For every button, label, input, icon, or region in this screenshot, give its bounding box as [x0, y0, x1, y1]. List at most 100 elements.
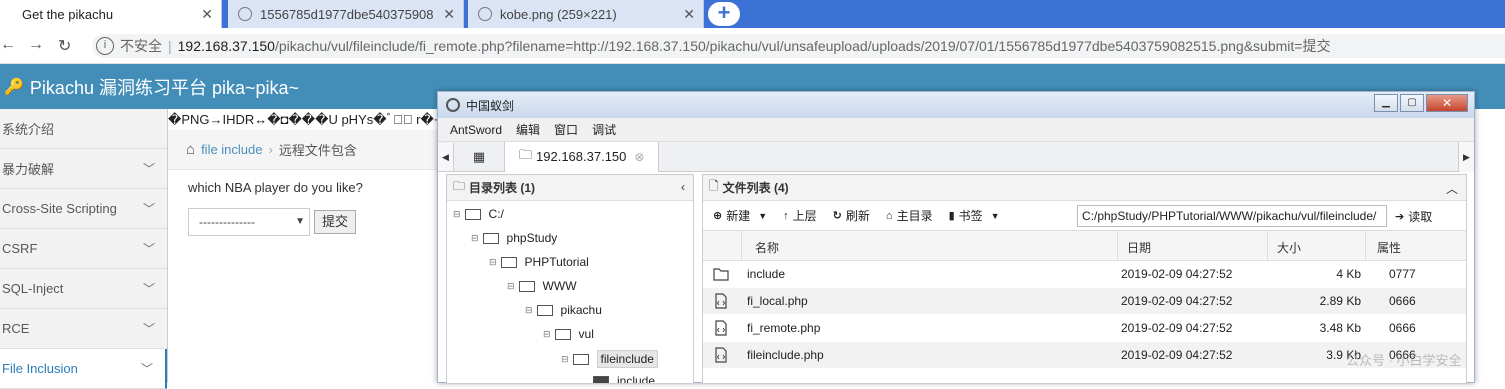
column-divider	[1117, 231, 1118, 261]
read-button[interactable]: ➔ 读取	[1395, 208, 1432, 225]
collapse-icon[interactable]: ⊟	[525, 305, 533, 316]
browser-tab-kobe[interactable]: kobe.png (259×221) ✕	[468, 0, 704, 28]
home-icon[interactable]: ⌂	[186, 141, 195, 158]
tab-title: 1556785d1977dbe540375908	[260, 6, 434, 22]
php-file-icon	[715, 293, 727, 309]
tree-node-label: vul	[578, 327, 594, 341]
minimize-icon[interactable]: ▁	[1374, 94, 1398, 112]
antsword-window: 中国蚁剑 ▁ ▢ ✕ AntSword 编辑 窗口 调试 ◀ ▦ 🗀 192.1…	[437, 91, 1475, 384]
up-button[interactable]: ↑ 上层	[783, 207, 817, 224]
sidebar-item-rce[interactable]: RCE ﹀	[0, 309, 167, 349]
player-select[interactable]: -------------- ▼	[188, 208, 310, 236]
bookmark-button[interactable]: ▮ 书签 ▼	[949, 207, 1000, 224]
panel-title: 目录列表 (1)	[469, 181, 536, 195]
path-input[interactable]: C:/phpStudy/PHPTutorial/WWW/pikachu/vul/…	[1077, 205, 1387, 227]
collapse-up-icon[interactable]: ︿	[1446, 180, 1458, 197]
maximize-icon[interactable]: ▢	[1400, 94, 1424, 112]
collapse-icon[interactable]: ⊟	[453, 209, 461, 220]
sidebar-item-label: File Inclusion	[2, 361, 78, 376]
file-name: fi_remote.php	[747, 321, 821, 335]
tab-label: 192.168.37.150	[536, 149, 627, 164]
refresh-button[interactable]: ↻ 刷新	[833, 207, 870, 224]
folder-icon	[536, 304, 553, 316]
tree-node-phpstudy[interactable]: ⊟ phpStudy	[471, 231, 557, 245]
column-attr[interactable]: 属性	[1377, 239, 1401, 256]
question-label: which NBA player do you like?	[188, 180, 363, 195]
info-icon[interactable]: i	[96, 37, 114, 55]
tree-node-fileinclude[interactable]: ⊟ fileinclude	[561, 350, 658, 368]
antsword-menubar: AntSword 编辑 窗口 调试	[438, 118, 1474, 142]
tab-shell[interactable]: 🗀 192.168.37.150 ⊗	[504, 141, 660, 172]
tree-node-pikachu[interactable]: ⊟ pikachu	[525, 303, 602, 317]
file-name: fi_local.php	[747, 294, 808, 308]
sidebar-item-bruteforce[interactable]: 暴力破解 ﹀	[0, 149, 167, 189]
home-dir-button[interactable]: ⌂ 主目录	[886, 207, 933, 224]
scroll-left-icon[interactable]: ◀	[438, 142, 454, 171]
close-window-icon[interactable]: ✕	[1426, 94, 1468, 112]
watermark: 公众号 · 小白学安全	[1346, 353, 1462, 368]
forward-icon[interactable]: →	[28, 36, 44, 54]
menu-antsword[interactable]: AntSword	[450, 123, 502, 137]
up-label: 上层	[792, 209, 817, 223]
new-tab-button[interactable]: +	[708, 2, 740, 26]
refresh-label: 刷新	[845, 209, 870, 223]
file-row-fi-remote[interactable]: fi_remote.php 2019-02-09 04:27:52 3.48 K…	[703, 315, 1466, 342]
collapse-left-icon[interactable]: ‹	[681, 180, 685, 194]
breadcrumb: ⌂ file include › 远程文件包含	[168, 130, 438, 170]
submit-button[interactable]: 提交	[314, 210, 356, 234]
collapse-icon[interactable]: ⊟	[471, 233, 479, 244]
chevron-down-icon: ﹀	[142, 322, 155, 336]
collapse-icon[interactable]: ⊟	[489, 257, 497, 268]
scroll-right-icon[interactable]: ▶	[1458, 142, 1474, 172]
close-tab-icon[interactable]: ⊗	[634, 150, 644, 164]
tree-node-label: phpStudy	[506, 231, 558, 245]
browser-tab-png[interactable]: 1556785d1977dbe540375908 ✕	[228, 0, 464, 28]
panel-title: 文件列表 (4)	[722, 181, 789, 195]
sidebar-item-sqli[interactable]: SQL-Inject ﹀	[0, 269, 167, 309]
security-label: 不安全	[120, 38, 162, 54]
home-icon: ⌂	[885, 209, 893, 222]
sidebar-item-label: SQL-Inject	[2, 281, 64, 296]
sidebar-item-xss[interactable]: Cross-Site Scripting ﹀	[0, 189, 167, 229]
home-label: 主目录	[896, 209, 933, 223]
close-tab-icon[interactable]: ✕	[683, 6, 695, 23]
tree-node-phptutorial[interactable]: ⊟ PHPTutorial	[489, 255, 589, 269]
menu-debug[interactable]: 调试	[592, 121, 616, 138]
arrow-right-icon: ➔	[1395, 211, 1405, 223]
file-row-fi-local[interactable]: fi_local.php 2019-02-09 04:27:52 2.89 Kb…	[703, 288, 1466, 315]
close-tab-icon[interactable]: ✕	[201, 6, 213, 23]
collapse-icon[interactable]: ⊟	[543, 329, 551, 340]
folder-icon	[554, 328, 571, 340]
file-attr: 0666	[1389, 294, 1416, 308]
browser-tab-pikachu[interactable]: Get the pikachu ✕	[0, 0, 222, 28]
antsword-tabbar: ◀ ▦ 🗀 192.168.37.150 ⊗ ▶	[438, 141, 1474, 172]
directory-panel-header: 🗀 目录列表 (1) ‹	[447, 175, 693, 201]
grid-icon[interactable]: ▦	[454, 149, 504, 165]
folder-icon: 🗀	[453, 179, 466, 193]
tree-node-c[interactable]: ⊟ C:/	[453, 207, 504, 221]
collapse-icon[interactable]: ⊟	[507, 281, 515, 292]
file-date: 2019-02-09 04:27:52	[1121, 321, 1233, 335]
plus-icon: ⊕	[713, 210, 723, 222]
url-field[interactable]: i 不安全 | 192.168.37.150 /pikachu/vul/file…	[92, 34, 1505, 58]
close-tab-icon[interactable]: ✕	[443, 6, 455, 23]
tree-node-vul[interactable]: ⊟ vul	[543, 327, 594, 341]
column-date[interactable]: 日期	[1127, 239, 1151, 256]
reload-icon[interactable]: ↻	[58, 36, 71, 56]
sidebar-item-intro[interactable]: 系统介绍	[0, 109, 167, 149]
menu-window[interactable]: 窗口	[554, 121, 578, 138]
breadcrumb-link[interactable]: file include	[201, 142, 262, 157]
new-button[interactable]: ⊕ 新建 ▼	[713, 207, 767, 224]
sidebar-item-file-inclusion[interactable]: File Inclusion ﹀	[0, 349, 167, 389]
chevron-down-icon: ﹀	[142, 162, 155, 176]
sidebar-item-csrf[interactable]: CSRF ﹀	[0, 229, 167, 269]
tree-node-label: pikachu	[560, 303, 602, 317]
tree-node-www[interactable]: ⊟ WWW	[507, 279, 577, 293]
column-size[interactable]: 大小	[1277, 239, 1301, 256]
menu-edit[interactable]: 编辑	[516, 121, 540, 138]
column-name[interactable]: 名称	[755, 239, 779, 256]
collapse-icon[interactable]: ⊟	[561, 354, 569, 365]
column-divider	[1365, 231, 1366, 261]
back-icon[interactable]: ←	[0, 36, 16, 54]
file-row-include[interactable]: include 2019-02-09 04:27:52 4 Kb 0777	[703, 261, 1466, 288]
